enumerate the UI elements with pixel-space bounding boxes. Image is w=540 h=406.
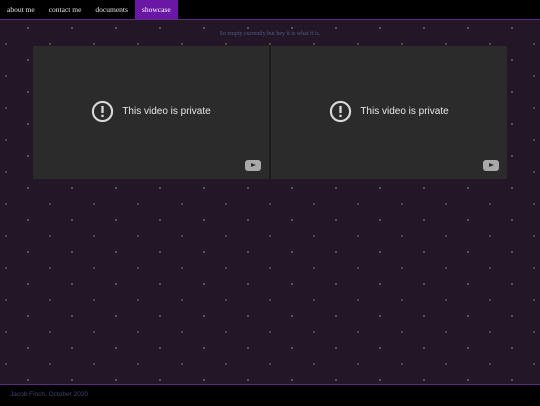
private-text: This video is private	[122, 106, 211, 117]
nav-bar: about me contact me documents showcase	[0, 0, 540, 20]
nav-item-documents[interactable]: documents	[88, 0, 135, 19]
alert-icon	[329, 100, 352, 123]
video-embed-1[interactable]: This video is private	[33, 46, 269, 179]
private-text: This video is private	[360, 106, 449, 117]
youtube-icon[interactable]	[483, 160, 499, 171]
page-subtitle: So empty currently but hey it is what it…	[219, 31, 321, 37]
youtube-icon[interactable]	[245, 160, 261, 171]
nav-item-about-me[interactable]: about me	[0, 0, 42, 19]
nav-item-contact-me[interactable]: contact me	[42, 0, 89, 19]
nav-item-showcase[interactable]: showcase	[134, 0, 178, 19]
alert-icon	[91, 100, 114, 123]
private-message: This video is private	[271, 100, 507, 123]
footer-text: Jacob Finch, October 2020	[10, 391, 89, 398]
video-embed-2[interactable]: This video is private	[271, 46, 507, 179]
private-message: This video is private	[33, 100, 269, 123]
footer: Jacob Finch, October 2020	[0, 384, 540, 406]
